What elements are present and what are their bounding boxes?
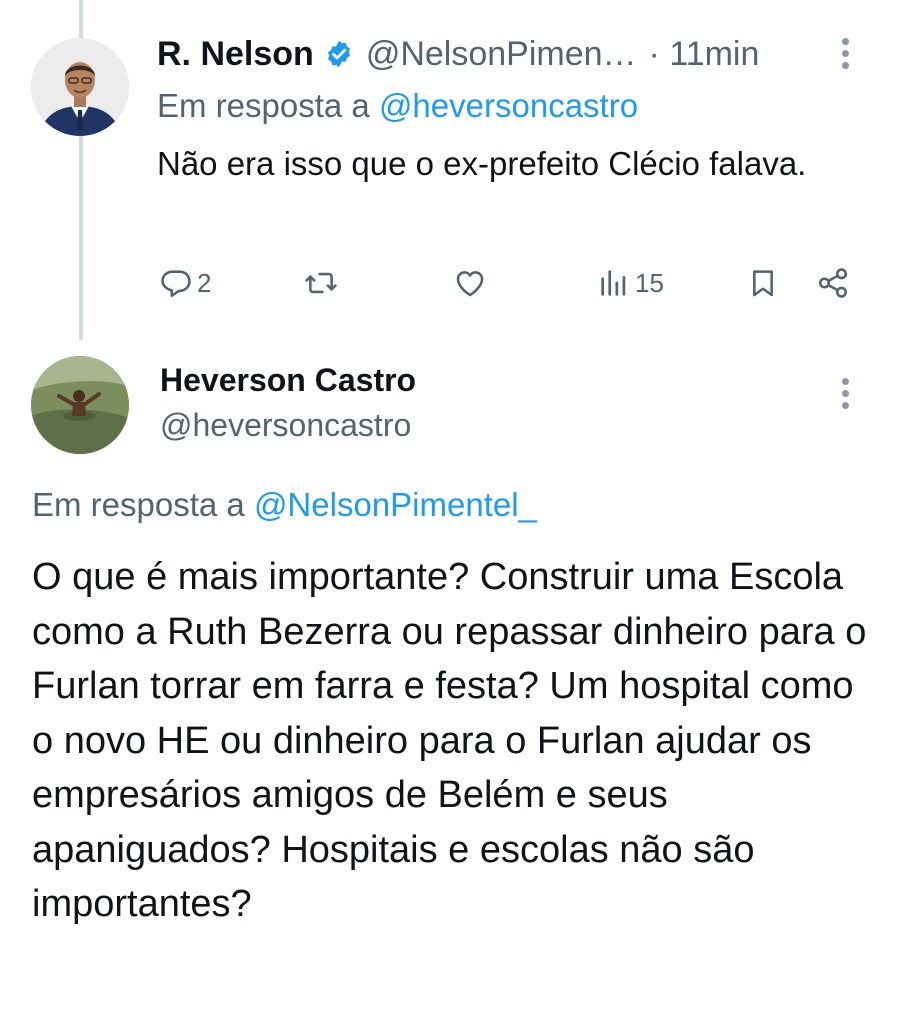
reply-count: 2 [197, 267, 212, 298]
tweet-action-bar: 2 15 [157, 258, 857, 308]
more-options-icon[interactable] [842, 378, 850, 414]
share-button[interactable] [815, 258, 851, 308]
share-icon [815, 266, 851, 300]
more-options-icon[interactable] [842, 38, 850, 74]
author-name[interactable]: R. Nelson [157, 35, 314, 74]
main-tweet-text: O que é mais importante? Construir uma E… [32, 556, 867, 925]
reply-button[interactable]: 2 [159, 258, 211, 308]
reply-context-mention[interactable]: @heversoncastro [379, 87, 638, 124]
views-count: 15 [635, 267, 664, 298]
reply-context-mention[interactable]: @NelsonPimentel_ [254, 486, 537, 523]
reply-context-prefix: Em resposta a [157, 87, 370, 124]
reply-tweet-text: Não era isso que o ex-prefeito Clécio fa… [157, 145, 807, 182]
avatar-r-nelson[interactable] [31, 38, 129, 136]
tweet-timestamp[interactable]: · 11min [649, 35, 760, 74]
bookmark-icon [747, 266, 779, 300]
author-name[interactable]: Heverson Castro [160, 360, 416, 400]
reply-context-prefix: Em resposta a [32, 486, 245, 523]
bookmark-button[interactable] [747, 258, 779, 308]
reply-context: Em resposta a @heversoncastro [157, 84, 638, 128]
heart-icon [453, 266, 487, 300]
verified-badge-icon [324, 39, 354, 69]
views-icon [597, 266, 631, 300]
reply-tweet-header: R. Nelson @NelsonPimen… · 11min [157, 28, 857, 80]
reply-context: Em resposta a @NelsonPimentel_ [32, 483, 537, 527]
retweet-icon [303, 266, 339, 300]
reply-icon [159, 266, 193, 300]
author-handle[interactable]: @heversoncastro [160, 405, 411, 445]
avatar-heverson-castro[interactable] [31, 356, 129, 454]
views-button[interactable]: 15 [597, 258, 664, 308]
retweet-button[interactable] [303, 258, 339, 308]
like-button[interactable] [453, 258, 487, 308]
author-handle[interactable]: @NelsonPimen… [366, 35, 637, 74]
